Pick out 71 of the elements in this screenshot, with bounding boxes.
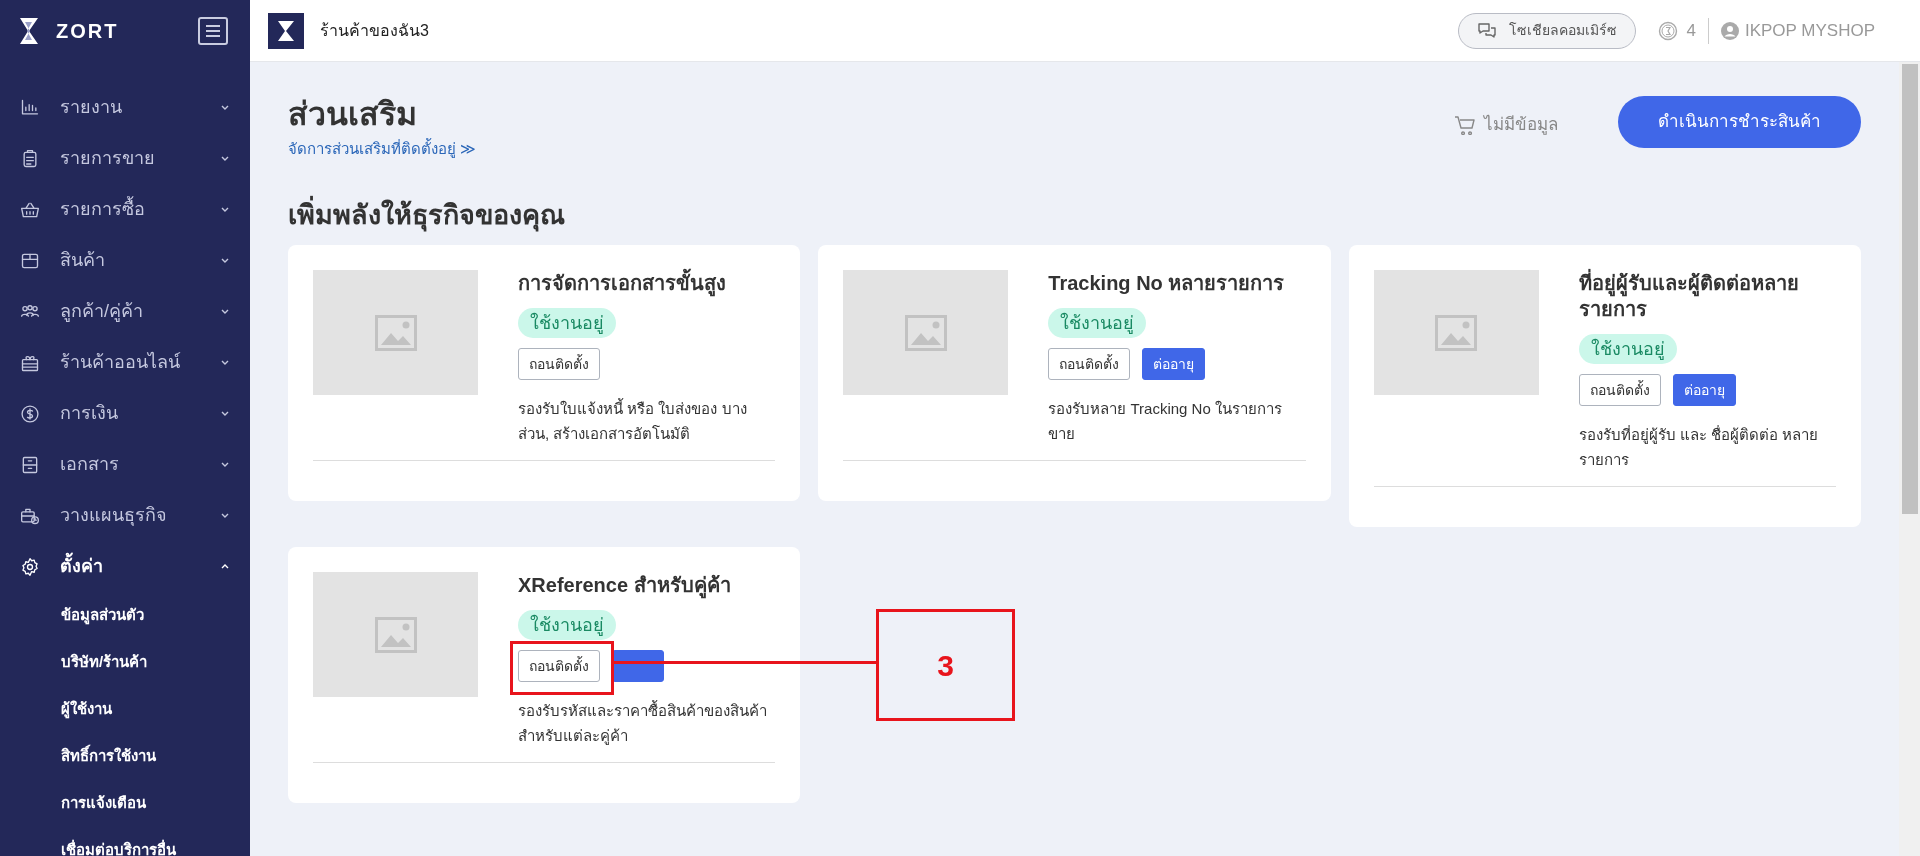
uninstall-button[interactable]: ถอนติดตั้ง xyxy=(518,348,600,380)
image-icon xyxy=(904,314,947,351)
image-icon xyxy=(374,314,417,351)
shop-logo-icon xyxy=(268,12,304,49)
image-icon xyxy=(374,616,417,653)
chevron-down-icon xyxy=(220,410,230,417)
dollar-icon xyxy=(20,403,40,424)
sidebar-item[interactable]: รายการขาย xyxy=(0,133,250,184)
sidebar-subitem[interactable]: สิทธิ์การใช้งาน xyxy=(0,733,250,780)
cart-icon xyxy=(1454,114,1476,135)
status-badge: ใช้งานอยู่ xyxy=(1048,308,1147,338)
credit-count: 4 xyxy=(1686,19,1696,42)
card-description: รองรับรหัสและราคาซื้อสินค้าของสินค้าสำหรับแต่ละคู่ค้า xyxy=(518,699,768,747)
uninstall-button[interactable]: ถอนติดตั้ง xyxy=(518,650,600,682)
image-icon xyxy=(1435,314,1478,351)
chevron-down-icon xyxy=(220,308,230,315)
chevron-down-icon xyxy=(220,104,230,111)
menu-button[interactable] xyxy=(198,17,228,45)
logo-text: ZORT xyxy=(56,19,119,44)
sidebar-subitem[interactable]: ผู้ใช้งาน xyxy=(0,686,250,733)
card-title: Tracking No หลายรายการ xyxy=(1048,271,1285,296)
sidebar-item[interactable]: สินค้า xyxy=(0,235,250,286)
sidebar-item[interactable]: รายการซื้อ xyxy=(0,184,250,235)
renew-button[interactable]: ต่ออายุ xyxy=(1142,348,1206,380)
social-commerce-button[interactable]: โซเชียลคอมเมิร์ซ xyxy=(1458,12,1637,49)
chevron-up-icon xyxy=(220,563,230,570)
sidebar-subitem[interactable]: การแจ้งเตือน xyxy=(0,780,250,827)
scrollbar-thumb[interactable] xyxy=(1902,64,1918,514)
cabinet-icon xyxy=(20,454,40,475)
settings-icon xyxy=(20,556,40,577)
logo-icon xyxy=(18,17,40,45)
sidebar-item[interactable]: ลูกค้า/คู่ค้า xyxy=(0,286,250,337)
callout-label: 3 xyxy=(876,609,1015,721)
sidebar-item[interactable]: เอกสาร xyxy=(0,439,250,490)
sidebar-subitem[interactable]: ข้อมูลส่วนตัว xyxy=(0,592,250,639)
card-description: รองรับใบแจ้งหนี้ หรือ ใบส่งของ บางส่วน, สร้างเอกสารอัตโนมัติ xyxy=(518,397,748,444)
page-title: ส่วนเสริม xyxy=(288,95,418,134)
card-title: XReference สำหรับคู่ค้า xyxy=(518,572,731,598)
sidebar-item[interactable]: รายงาน xyxy=(0,82,250,133)
card-description: รองรับที่อยู่ผู้รับ และ ชื่อผู้ติดต่อ หลายรายการ xyxy=(1578,424,1820,470)
sidebar-item[interactable]: วางแผนธุรกิจ xyxy=(0,490,250,541)
sidebar-item[interactable]: ตั้งค่า xyxy=(0,541,250,592)
chevron-down-icon xyxy=(220,461,230,468)
chevron-down-icon xyxy=(220,512,230,519)
sidebar-subitem[interactable]: เชื่อมต่อบริการอื่น xyxy=(0,827,250,856)
chevron-down-icon xyxy=(220,359,230,366)
card-title: ที่อยู่ผู้รับและผู้ติดต่อหลายรายการ xyxy=(1578,270,1836,322)
shop-name: ร้านค้าของฉัน3 xyxy=(320,20,429,41)
chevron-down-icon xyxy=(220,257,230,264)
chart-icon xyxy=(20,97,40,118)
sidebar-item[interactable]: การเงิน xyxy=(0,388,250,439)
status-badge: ใช้งานอยู่ xyxy=(518,610,616,640)
user-icon xyxy=(1720,21,1739,40)
renew-button[interactable] xyxy=(612,650,664,682)
card-title: การจัดการเอกสารขั้นสูง xyxy=(518,270,726,296)
uninstall-button[interactable]: ถอนติดตั้ง xyxy=(1578,374,1661,406)
manage-addons-link[interactable]: จัดการส่วนเสริมที่ติดตั้งอยู่ ≫ xyxy=(288,138,477,161)
checkout-button[interactable]: ดำเนินการชำระสินค้า xyxy=(1618,96,1861,148)
sidebar-subitem[interactable]: บริษัท/ร้านค้า xyxy=(0,639,250,686)
chat-icon xyxy=(1477,21,1498,40)
chevron-down-icon xyxy=(220,155,230,162)
status-badge: ใช้งานอยู่ xyxy=(1578,334,1677,364)
section-title: เพิ่มพลังให้ธุรกิจของคุณ xyxy=(288,194,1861,235)
sidebar-item[interactable]: ร้านค้าออนไลน์ xyxy=(0,337,250,388)
coin-icon xyxy=(1658,20,1679,41)
renew-button[interactable]: ต่ออายุ xyxy=(1672,374,1736,406)
chevron-down-icon xyxy=(220,206,230,213)
uninstall-button[interactable]: ถอนติดตั้ง xyxy=(1048,348,1131,380)
status-badge: ใช้งานอยู่ xyxy=(518,308,616,338)
card-description: รองรับหลาย Tracking No ในรายการขาย xyxy=(1048,399,1283,444)
scrollbar[interactable] xyxy=(1899,62,1920,856)
